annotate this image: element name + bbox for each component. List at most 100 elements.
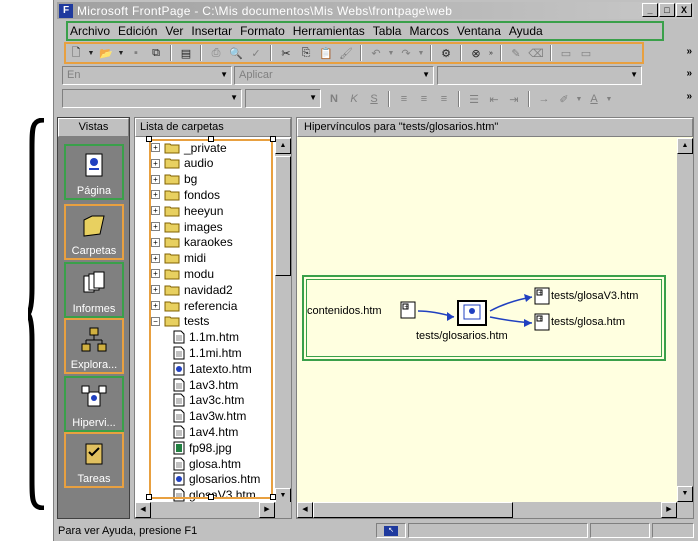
maximize-button[interactable]: □	[659, 3, 675, 17]
web-component-icon[interactable]: ⚙	[437, 45, 455, 61]
folder-item[interactable]: + _private	[151, 140, 227, 155]
menu-ayuda[interactable]: Ayuda	[509, 24, 543, 38]
redo-dropdown-icon[interactable]: ▼	[417, 45, 425, 61]
open-folder-icon[interactable]: 📂	[97, 45, 115, 61]
target-page-label[interactable]: tests/glosa.htm	[551, 316, 625, 328]
folder-item[interactable]: + fondos	[151, 187, 220, 202]
menu-herramientas[interactable]: Herramientas	[293, 24, 365, 38]
view-hyperlinks-button[interactable]: Hipervi...	[64, 376, 124, 432]
toolbar1-chevron-icon[interactable]: »	[686, 46, 692, 57]
hyperlinks-vertical-scrollbar[interactable]: ▲ ▼	[677, 138, 693, 502]
source-page-label[interactable]: contenidos.htm	[307, 305, 382, 317]
font-color-dropdown-icon[interactable]: ▼	[605, 91, 613, 107]
highlight-dropdown-icon[interactable]: ▼	[575, 91, 583, 107]
toolbar2-chevron-icon[interactable]: »	[686, 68, 692, 79]
view-page-button[interactable]: Página	[64, 144, 124, 200]
target-page-icon[interactable]: +	[533, 287, 551, 305]
expand-icon[interactable]: +	[151, 237, 160, 247]
hyperlinks-scroll-thumb[interactable]	[313, 502, 513, 518]
menu-marcos[interactable]: Marcos	[409, 24, 448, 38]
folder-scroll-thumb[interactable]	[275, 156, 291, 276]
expand-icon[interactable]: +	[151, 190, 160, 200]
center-page-label[interactable]: tests/glosarios.htm	[416, 330, 508, 342]
resize-handle[interactable]	[208, 494, 214, 500]
toolbar3-chevron-icon[interactable]: »	[686, 91, 692, 102]
file-item[interactable]: 1atexto.htm	[173, 361, 252, 376]
style-combo[interactable]: En ▼	[62, 66, 232, 85]
new-dropdown-arrow-icon[interactable]: ▼	[87, 45, 95, 61]
decrease-indent-icon[interactable]: ⇤	[485, 91, 503, 107]
size-combo-arrow-icon[interactable]: ▼	[309, 93, 317, 102]
print-icon[interactable]: ⎙	[207, 45, 225, 61]
scroll-right-icon[interactable]: ▶	[661, 502, 677, 518]
folder-item[interactable]: + midi	[151, 251, 206, 266]
bold-button[interactable]: N	[325, 91, 343, 107]
align-left-icon[interactable]: ≡	[395, 91, 413, 107]
file-item[interactable]: glosarios.htm	[173, 472, 260, 487]
menu-archivo[interactable]: Archivo	[70, 24, 110, 38]
expand-icon[interactable]: +	[151, 174, 160, 184]
highlight-icon[interactable]: ✐	[555, 91, 573, 107]
arrow-right-icon[interactable]: →	[535, 91, 553, 107]
folder-item[interactable]: + heeyun	[151, 203, 223, 218]
scroll-up-icon[interactable]: ▲	[677, 138, 693, 154]
size-combo[interactable]: ▼	[245, 89, 321, 108]
close-button[interactable]: X	[676, 3, 692, 17]
folder-item[interactable]: + audio	[151, 156, 213, 171]
folder-item[interactable]: + referencia	[151, 298, 237, 313]
increase-indent-icon[interactable]: ⇥	[505, 91, 523, 107]
undo-dropdown-icon[interactable]: ▼	[387, 45, 395, 61]
scroll-left-icon[interactable]: ◀	[297, 502, 313, 518]
hyperlinks-horizontal-scrollbar[interactable]: ◀ ▶	[297, 502, 693, 518]
file-item[interactable]: 1av3.htm	[173, 377, 238, 392]
expand-icon[interactable]: +	[151, 285, 160, 295]
frames-icon[interactable]: ▭	[577, 45, 595, 61]
scroll-up-icon[interactable]: ▲	[275, 138, 291, 154]
minimize-button[interactable]: _	[642, 3, 658, 17]
scroll-left-icon[interactable]: ◀	[135, 502, 151, 518]
publish-icon[interactable]: ⧉	[147, 45, 165, 61]
folder-item[interactable]: + navidad2	[151, 282, 233, 297]
view-reports-button[interactable]: Informes	[64, 262, 124, 318]
align-right-icon[interactable]: ≡	[435, 91, 453, 107]
folder-horizontal-scrollbar[interactable]: ◀ ▶	[135, 502, 291, 518]
scroll-right-icon[interactable]: ▶	[259, 502, 275, 518]
folder-item[interactable]: + bg	[151, 172, 197, 187]
expand-icon[interactable]: +	[151, 206, 160, 216]
italic-button[interactable]: K	[345, 91, 363, 107]
folder-item[interactable]: + images	[151, 219, 223, 234]
apply-combo-arrow-icon[interactable]: ▼	[422, 70, 430, 79]
new-page-icon[interactable]: 🗋	[67, 45, 85, 61]
file-item[interactable]: glosaV3.htm	[173, 488, 256, 503]
table-icon[interactable]: ▭	[557, 45, 575, 61]
menu-edicion[interactable]: Edición	[118, 24, 157, 38]
file-item[interactable]: fp98.jpg	[173, 440, 232, 455]
view-navigation-button[interactable]: Explora...	[64, 318, 124, 374]
target-page-label[interactable]: tests/glosaV3.htm	[551, 290, 638, 302]
center-page-icon[interactable]	[456, 299, 490, 327]
expand-icon[interactable]: +	[151, 301, 160, 310]
source-page-icon[interactable]: +	[399, 301, 417, 319]
numbered-list-icon[interactable]: ☰	[465, 91, 483, 107]
menu-ventana[interactable]: Ventana	[457, 24, 501, 38]
menu-insertar[interactable]: Insertar	[191, 24, 232, 38]
file-item[interactable]: 1av3c.htm	[173, 393, 244, 408]
file-item[interactable]: glosa.htm	[173, 456, 241, 471]
folder-item[interactable]: + karaokes	[151, 235, 233, 250]
folder-item[interactable]: − tests	[151, 314, 209, 329]
expand-icon[interactable]: +	[151, 269, 160, 279]
target-page-icon[interactable]: +	[533, 313, 551, 331]
file-item[interactable]: 1av3w.htm	[173, 409, 246, 424]
underline-button[interactable]: S	[365, 91, 383, 107]
paste-icon[interactable]: 📋	[317, 45, 335, 61]
preview-icon[interactable]: 🔍	[227, 45, 245, 61]
frontpage-app-icon[interactable]: F	[59, 3, 73, 18]
menu-formato[interactable]: Formato	[240, 24, 285, 38]
format-painter-icon[interactable]: 🖌	[337, 45, 355, 61]
resize-handle[interactable]	[270, 494, 276, 500]
expand-icon[interactable]: +	[151, 222, 160, 231]
resize-handle[interactable]	[146, 136, 152, 142]
expand-icon[interactable]: +	[151, 253, 160, 263]
font-combo-arrow-icon[interactable]: ▼	[230, 93, 238, 102]
third-combo-arrow-icon[interactable]: ▼	[630, 70, 638, 79]
